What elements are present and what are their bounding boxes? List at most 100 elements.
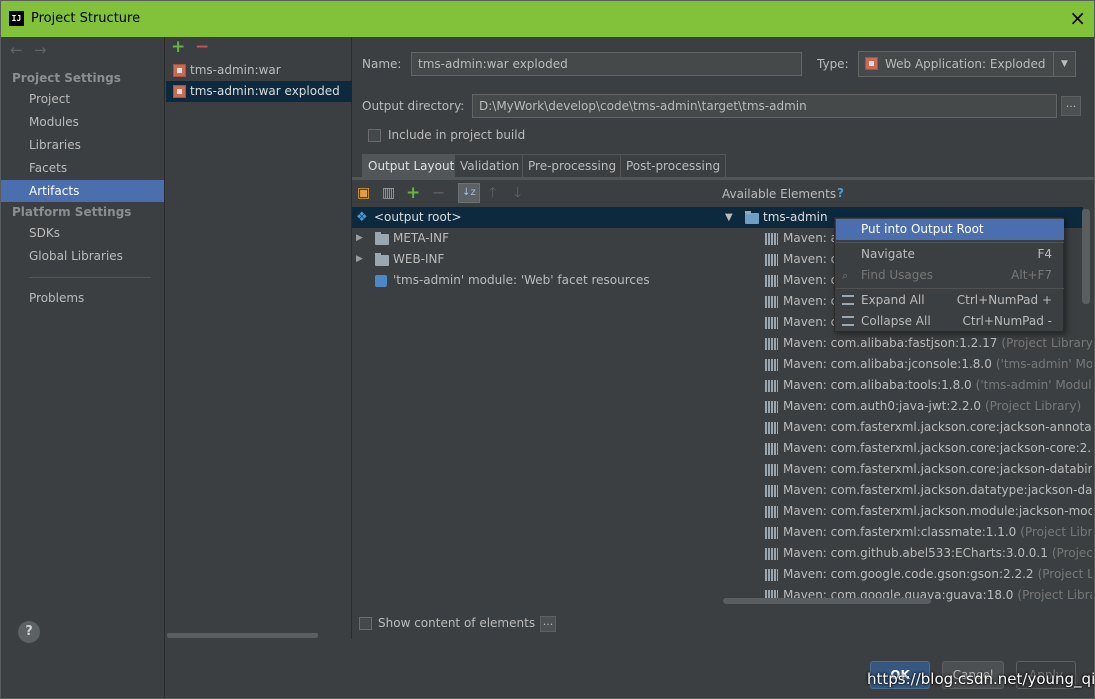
nav-item-problems[interactable]: Problems [1,287,164,309]
show-content-options-button[interactable]: ... [540,616,556,632]
library-row[interactable]: Maven: com.github.abel533:ECharts:3.0.0.… [764,543,1092,564]
available-module-label: tms-admin [763,210,828,224]
library-row[interactable]: Maven: com.fasterxml.jackson.module:jack… [764,501,1092,522]
web-facet-icon [375,275,387,287]
library-name: Maven: com.fasterxml.jackson.core:jackso… [783,441,1092,455]
artifact-detail-panel: Name: tms-admin:war exploded Type: Web A… [352,37,1094,642]
library-row[interactable]: Maven: com.fasterxml.jackson.core:jackso… [764,417,1092,438]
artifact-item[interactable]: tms-admin:war [166,60,352,81]
maven-library-icon [765,254,778,266]
sort-elements-icon[interactable]: ↓z [458,183,480,203]
tree-row-meta-inf[interactable]: ▶ META-INF [352,228,721,249]
show-content-checkbox[interactable] [359,617,372,630]
tree-row-web-facet-resources[interactable]: 'tms-admin' module: 'Web' facet resource… [352,270,721,291]
new-archive-icon[interactable]: ▥ [382,184,395,202]
menu-separator [836,288,1064,289]
library-scope: (Project Lib [1037,567,1092,581]
add-element-icon[interactable]: + [406,184,420,202]
artifacts-list: + − tms-admin:war tms-admin:war exploded [166,37,352,639]
browse-button[interactable]: ... [1061,96,1081,116]
back-arrow-icon[interactable]: ← [10,41,23,59]
menu-item-expand-all[interactable]: Expand All Ctrl+NumPad + [836,290,1064,311]
library-row[interactable]: Maven: com.fasterxml.jackson.datatype:ja… [764,480,1092,501]
available-horizontal-scrollbar[interactable] [723,598,931,604]
available-vertical-scrollbar[interactable] [1082,209,1090,304]
nav-item-modules[interactable]: Modules [1,111,164,133]
output-directory-label: Output directory: [362,99,465,113]
tab-output-layout[interactable]: Output Layout [362,154,461,177]
tab-validation[interactable]: Validation [454,154,526,177]
project-structure-dialog: IJ Project Structure × ← → Project Setti… [0,0,1095,699]
library-name: Maven: c [783,294,838,308]
library-name: Maven: com.fasterxml.jackson.datatype:ja… [783,483,1092,497]
title-bar: IJ Project Structure × [1,1,1094,37]
menu-item-navigate[interactable]: Navigate F4 [836,244,1064,265]
include-in-build-checkbox[interactable] [368,129,381,142]
menu-item-collapse-all[interactable]: Collapse All Ctrl+NumPad - [836,311,1064,332]
forward-arrow-icon[interactable]: → [34,41,47,59]
tab-post-processing[interactable]: Post-processing [620,154,727,177]
type-label: Type: [817,57,849,71]
library-row[interactable]: Maven: com.fasterxml.jackson.core:jackso… [764,459,1092,480]
window-title: Project Structure [31,11,141,26]
remove-artifact-icon[interactable]: − [195,37,209,57]
tab-pre-processing[interactable]: Pre-processing [522,154,623,177]
tree-row-web-inf[interactable]: ▶ WEB-INF [352,249,721,270]
library-name: Maven: c [783,252,838,266]
name-field[interactable]: tms-admin:war exploded [411,52,802,76]
artifact-item-selected[interactable]: tms-admin:war exploded [166,81,352,102]
menu-item-label: Collapse All [861,314,931,328]
output-root-icon: ❖ [356,210,368,225]
nav-item-facets[interactable]: Facets [1,157,164,179]
library-row[interactable]: Maven: com.fasterxml:classmate:1.1.0 (Pro… [764,522,1092,543]
library-row[interactable]: Maven: com.alibaba:tools:1.8.0 ('tms-admi… [764,375,1092,396]
remove-element-icon[interactable]: − [432,184,445,202]
library-scope: (Project Li [1051,546,1092,560]
maven-library-icon [765,464,778,476]
nav-item-artifacts[interactable]: Artifacts [1,180,164,202]
maven-library-icon [765,296,778,308]
add-artifact-icon[interactable]: + [171,37,185,57]
menu-item-find-usages[interactable]: ⌕ Find Usages Alt+F7 [836,265,1064,286]
output-directory-field[interactable]: D:\MyWork\develop\code\tms-admin\target\… [472,94,1057,118]
expand-arrow-icon[interactable]: ▶ [356,228,363,249]
expand-arrow-icon[interactable]: ▶ [356,249,363,270]
library-scope: (Project Library [1017,588,1092,602]
artifacts-horizontal-scrollbar[interactable] [167,633,318,638]
menu-item-shortcut: Ctrl+NumPad - [962,314,1053,328]
chevron-down-icon: ▼ [1053,52,1075,76]
expand-all-icon [842,295,854,305]
library-row[interactable]: Maven: com.fasterxml.jackson.core:jackso… [764,438,1092,459]
maven-library-icon [765,548,778,560]
nav-item-sdks[interactable]: SDKs [1,222,164,244]
search-icon: ⌕ [842,269,849,282]
library-name: Maven: com.fasterxml:classmate:1.1.0 [783,525,1017,539]
library-row[interactable]: Maven: com.google.code.gson:gson:2.2.2 (P… [764,564,1092,585]
type-select[interactable]: Web Application: Exploded ▼ [858,51,1076,77]
intellij-icon: IJ [9,11,24,26]
move-down-icon[interactable]: 🡓 [514,184,521,202]
collapse-all-icon [842,316,854,326]
artifact-label: tms-admin:war [190,63,281,77]
new-folder-icon[interactable]: ▣ [357,184,370,202]
help-icon[interactable]: ? [18,621,40,643]
tree-row-output-root[interactable]: ❖ <output root> [352,207,721,228]
tabs-underline [352,177,1094,180]
maven-library-icon [765,233,778,245]
library-scope: (Project Library [1020,525,1092,539]
menu-item-label: Put into Output Root [861,222,984,236]
collapse-arrow-icon[interactable]: ▼ [725,207,733,228]
menu-item-put-into-output-root[interactable]: Put into Output Root [836,219,1064,240]
library-row[interactable]: Maven: com.alibaba:fastjson:1.2.17 (Proje… [764,333,1092,354]
nav-item-project[interactable]: Project [1,88,164,110]
nav-item-libraries[interactable]: Libraries [1,134,164,156]
nav-item-global-libraries[interactable]: Global Libraries [1,245,164,267]
maven-library-icon [765,338,778,350]
move-up-icon[interactable]: 🡑 [489,184,496,202]
maven-library-icon [765,485,778,497]
library-row[interactable]: Maven: com.alibaba:jconsole:1.8.0 ('tms-a… [764,354,1092,375]
available-elements-label: Available Elements [722,187,837,201]
close-icon[interactable]: × [1069,7,1086,29]
help-question-icon[interactable]: ? [837,186,844,200]
library-row[interactable]: Maven: com.auth0:java-jwt:2.2.0 (Project … [764,396,1092,417]
